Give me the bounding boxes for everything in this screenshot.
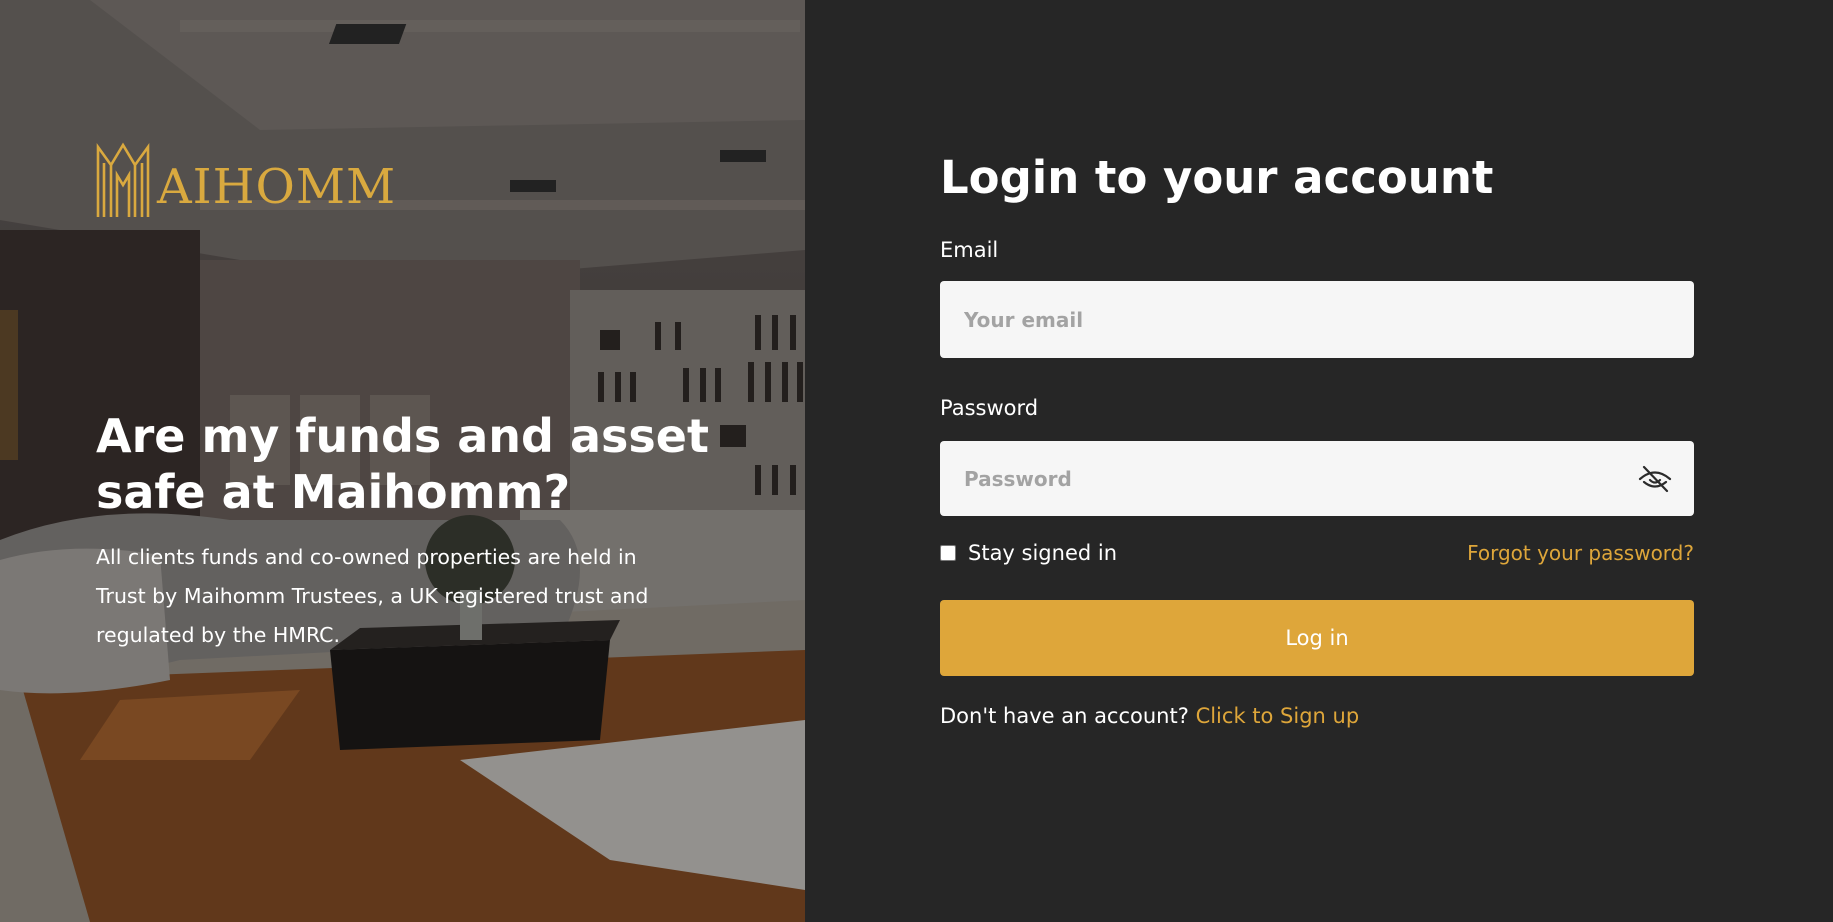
login-button[interactable]: Log in (940, 600, 1694, 676)
email-input[interactable] (940, 281, 1694, 358)
password-input[interactable] (940, 441, 1694, 516)
signup-prompt: Don't have an account? (940, 704, 1189, 728)
maihomm-logo[interactable]: AIHOMM (95, 140, 415, 220)
login-form: Login to your account Email Password (940, 148, 1694, 728)
login-options-row: Stay signed in Forgot your password? (940, 536, 1694, 570)
stay-signed-in[interactable]: Stay signed in (940, 541, 1117, 565)
hero-description: All clients funds and co-owned propertie… (96, 545, 649, 647)
signup-line: Don't have an account? Click to Sign up (940, 704, 1359, 728)
logo-wordmark: AIHOMM (157, 159, 397, 215)
hero-panel: AIHOMM Are my funds and asset safe at Ma… (0, 0, 805, 922)
eye-slash-icon[interactable] (1638, 463, 1672, 495)
email-field-wrapper (940, 281, 1694, 358)
forgot-password-link[interactable]: Forgot your password? (1467, 541, 1694, 565)
login-page: AIHOMM Are my funds and asset safe at Ma… (0, 0, 1833, 922)
maihomm-logo-mark (96, 142, 150, 217)
login-title: Login to your account (940, 151, 1494, 204)
stay-signed-in-checkbox[interactable] (940, 545, 956, 561)
password-label: Password (940, 396, 1039, 420)
login-panel: Login to your account Email Password (805, 0, 1833, 922)
hero-headline: Are my funds and asset safe at Maihomm? (96, 409, 709, 519)
signup-link[interactable]: Click to Sign up (1196, 704, 1360, 728)
stay-signed-in-label[interactable]: Stay signed in (968, 541, 1117, 565)
password-field-wrapper (940, 441, 1694, 516)
email-label: Email (940, 238, 999, 262)
